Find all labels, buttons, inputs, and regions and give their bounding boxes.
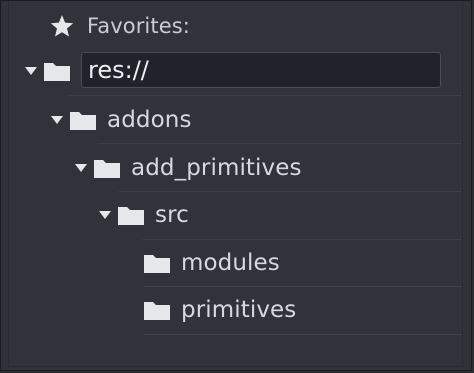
path-input[interactable]: res:// — [81, 52, 441, 88]
tree-item-label: modules — [181, 249, 280, 276]
expand-arrow-icon[interactable] — [97, 209, 113, 221]
file-tree-panel: Favorites: res:// addons add_primitives … — [8, 1, 463, 367]
row-divider — [143, 286, 462, 287]
folder-icon — [143, 252, 171, 274]
folder-icon — [143, 299, 171, 321]
filesystem-dock: Favorites: res:// addons add_primitives … — [0, 0, 472, 371]
tree-item-addons[interactable]: addons — [49, 98, 192, 142]
row-divider — [119, 191, 462, 192]
tree-item-label: primitives — [181, 296, 297, 323]
folder-icon — [93, 157, 121, 179]
tree-item-label: src — [155, 201, 189, 228]
row-divider — [143, 239, 462, 240]
tree-item-label: addons — [107, 106, 192, 133]
expand-arrow-icon[interactable] — [49, 114, 65, 126]
tree-item-root[interactable] — [23, 49, 81, 93]
folder-icon — [69, 109, 97, 131]
tree-item-src[interactable]: src — [97, 193, 189, 237]
tree-item-modules[interactable]: modules — [143, 241, 280, 285]
tree-item-add-primitives[interactable]: add_primitives — [73, 146, 302, 190]
tree-item-primitives[interactable]: primitives — [143, 288, 296, 332]
favorites-item[interactable]: Favorites: — [49, 4, 190, 48]
star-icon — [49, 13, 75, 39]
row-divider — [143, 334, 462, 335]
expand-arrow-icon[interactable] — [23, 65, 39, 77]
favorites-label: Favorites: — [87, 13, 190, 38]
expand-arrow-icon[interactable] — [73, 162, 89, 174]
row-divider — [97, 143, 462, 144]
folder-icon — [117, 204, 145, 226]
tree-item-label: add_primitives — [131, 154, 302, 181]
row-divider — [69, 95, 462, 96]
folder-icon — [43, 60, 71, 82]
